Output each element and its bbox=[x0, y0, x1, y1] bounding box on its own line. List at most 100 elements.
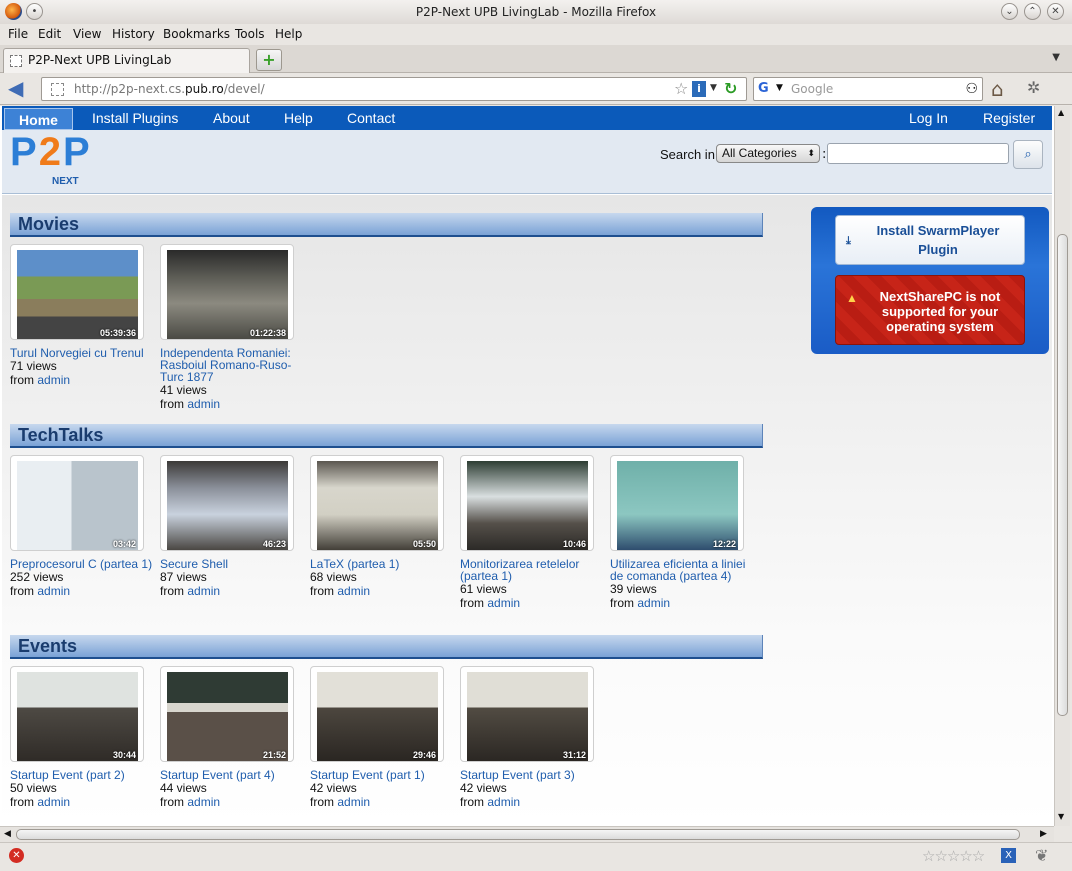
horizontal-scroll-thumb[interactable] bbox=[16, 829, 1020, 840]
uploader-link[interactable]: admin bbox=[337, 795, 370, 809]
video-thumbnail[interactable]: 03:42 bbox=[10, 455, 144, 551]
video-thumbnail[interactable]: 46:23 bbox=[160, 455, 294, 551]
gecko-icon[interactable]: ❦ bbox=[1035, 846, 1048, 865]
menu-history[interactable]: History bbox=[112, 27, 155, 41]
uploader-link[interactable]: admin bbox=[37, 373, 70, 387]
new-tab-button[interactable]: + bbox=[256, 49, 282, 71]
uploader-link[interactable]: admin bbox=[337, 584, 370, 598]
xmarks-icon[interactable]: X bbox=[1001, 848, 1016, 863]
navigation-toolbar: ◀ http://p2p-next.cs.pub.ro/devel/ ☆ i ▼… bbox=[0, 73, 1072, 105]
uploader-link[interactable]: admin bbox=[187, 397, 220, 411]
home-icon[interactable]: ⌂ bbox=[991, 77, 1004, 101]
nav-contact[interactable]: Contact bbox=[347, 110, 395, 126]
address-bar[interactable]: http://p2p-next.cs.pub.ro/devel/ ☆ i ▼ ↻ bbox=[41, 77, 747, 101]
menu-help[interactable]: Help bbox=[275, 27, 302, 41]
video-title-link[interactable]: Startup Event (part 2) bbox=[10, 769, 160, 781]
tab-p2p-next[interactable]: P2P-Next UPB LivingLab bbox=[3, 48, 250, 73]
video-title-link[interactable]: Secure Shell bbox=[160, 558, 310, 570]
video-thumbnail-image[interactable]: 30:44 bbox=[17, 672, 138, 761]
nav-home[interactable]: Home bbox=[4, 108, 73, 130]
video-title-link[interactable]: Startup Event (part 1) bbox=[310, 769, 460, 781]
video-title-link[interactable]: Utilizarea eficienta a liniei de comanda… bbox=[610, 558, 760, 582]
install-swarmplayer-button[interactable]: ⤓ Install SwarmPlayer Plugin bbox=[835, 215, 1025, 265]
scroll-left-icon[interactable]: ◀ bbox=[4, 829, 11, 839]
video-thumbnail[interactable]: 05:50 bbox=[310, 455, 444, 551]
video-thumbnail[interactable]: 01:22:38 bbox=[160, 244, 294, 340]
vertical-scrollbar[interactable]: ▲ ▼ bbox=[1054, 106, 1070, 826]
warning-icon: ▲ bbox=[846, 291, 858, 305]
video-title-link[interactable]: Monitorizarea retelelor (partea 1) bbox=[460, 558, 610, 582]
video-thumbnail-image[interactable]: 01:22:38 bbox=[167, 250, 288, 339]
addon-icon[interactable]: ✲ bbox=[1027, 78, 1040, 97]
scroll-up-icon[interactable]: ▲ bbox=[1058, 108, 1064, 117]
scroll-right-icon[interactable]: ▶ bbox=[1040, 829, 1047, 839]
video-thumbnail-image[interactable]: 21:52 bbox=[167, 672, 288, 761]
uploader-link[interactable]: admin bbox=[637, 596, 670, 610]
video-title-link[interactable]: LaTeX (partea 1) bbox=[310, 558, 460, 570]
maximize-button[interactable]: ⌃ bbox=[1024, 3, 1041, 20]
window-menu-icon[interactable]: • bbox=[26, 3, 43, 20]
scroll-down-icon[interactable]: ▼ bbox=[1058, 812, 1064, 821]
site-search-input[interactable] bbox=[827, 143, 1009, 164]
minimize-button[interactable]: ⌄ bbox=[1001, 3, 1018, 20]
binoculars-icon[interactable]: ⚇ bbox=[965, 81, 978, 97]
video-thumbnail-image[interactable]: 46:23 bbox=[167, 461, 288, 550]
close-window-button[interactable]: ✕ bbox=[1047, 3, 1064, 20]
video-thumbnail[interactable]: 10:46 bbox=[460, 455, 594, 551]
nav-register[interactable]: Register bbox=[983, 110, 1035, 126]
uploader-link[interactable]: admin bbox=[487, 596, 520, 610]
video-thumbnail[interactable]: 21:52 bbox=[160, 666, 294, 762]
p2p-next-logo[interactable]: P2P NEXT bbox=[10, 130, 130, 188]
video-thumbnail-image[interactable]: 31:12 bbox=[467, 672, 588, 761]
browser-window: • P2P-Next UPB LivingLab - Mozilla Firef… bbox=[0, 0, 1072, 871]
video-title-link[interactable]: Preprocesorul C (partea 1) bbox=[10, 558, 160, 570]
nav-about[interactable]: About bbox=[213, 110, 250, 126]
video-title-link[interactable]: Startup Event (part 3) bbox=[460, 769, 610, 781]
back-arrow-icon[interactable]: ◀ bbox=[8, 78, 32, 100]
video-title-link[interactable]: Turul Norvegiei cu Trenul bbox=[10, 347, 160, 359]
uploader-link[interactable]: admin bbox=[187, 584, 220, 598]
search-bar[interactable]: G ▼ Google ⚇ bbox=[753, 77, 983, 101]
video-title-link[interactable]: Independenta Romaniei: Rasboiul Romano-R… bbox=[160, 347, 310, 383]
search-engine-dropdown-icon[interactable]: ▼ bbox=[776, 83, 783, 93]
google-icon[interactable]: G bbox=[758, 81, 774, 97]
history-dropdown-icon[interactable]: ▼ bbox=[710, 83, 717, 93]
site-identity-icon[interactable] bbox=[51, 83, 64, 96]
menu-edit[interactable]: Edit bbox=[38, 27, 61, 41]
video-thumbnail[interactable]: 29:46 bbox=[310, 666, 444, 762]
menu-view[interactable]: View bbox=[73, 27, 101, 41]
nav-help[interactable]: Help bbox=[284, 110, 313, 126]
url-text[interactable]: http://p2p-next.cs.pub.ro/devel/ bbox=[74, 82, 265, 96]
menu-file[interactable]: File bbox=[8, 27, 28, 41]
tab-list-chevron-icon[interactable]: ▼ bbox=[1052, 52, 1060, 63]
error-icon[interactable]: ✕ bbox=[9, 848, 24, 863]
video-thumbnail-image[interactable]: 03:42 bbox=[17, 461, 138, 550]
info-icon[interactable]: i bbox=[692, 81, 706, 97]
vertical-scroll-thumb[interactable] bbox=[1057, 234, 1068, 716]
menu-tools[interactable]: Tools bbox=[235, 27, 265, 41]
uploader-link[interactable]: admin bbox=[187, 795, 220, 809]
video-thumbnail-image[interactable]: 10:46 bbox=[467, 461, 588, 550]
uploader-link[interactable]: admin bbox=[487, 795, 520, 809]
nav-install-plugins[interactable]: Install Plugins bbox=[92, 110, 178, 126]
site-search-button[interactable]: ⌕ bbox=[1013, 140, 1043, 169]
tab-label: P2P-Next UPB LivingLab bbox=[28, 53, 172, 67]
video-thumbnail[interactable]: 31:12 bbox=[460, 666, 594, 762]
bookmark-star-icon[interactable]: ☆ bbox=[674, 79, 688, 98]
video-thumbnail[interactable]: 05:39:36 bbox=[10, 244, 144, 340]
video-thumbnail-image[interactable]: 12:22 bbox=[617, 461, 738, 550]
reload-icon[interactable]: ↻ bbox=[724, 79, 737, 98]
video-thumbnail[interactable]: 12:22 bbox=[610, 455, 744, 551]
uploader-link[interactable]: admin bbox=[37, 795, 70, 809]
video-title-link[interactable]: Startup Event (part 4) bbox=[160, 769, 310, 781]
category-select[interactable]: All Categories ⬍ bbox=[716, 144, 820, 163]
uploader-link[interactable]: admin bbox=[37, 584, 70, 598]
video-thumbnail-image[interactable]: 05:50 bbox=[317, 461, 438, 550]
horizontal-scrollbar[interactable]: ◀ ▶ bbox=[0, 826, 1054, 842]
menu-bookmarks[interactable]: Bookmarks bbox=[163, 27, 230, 41]
nav-login[interactable]: Log In bbox=[909, 110, 948, 126]
video-thumbnail-image[interactable]: 29:46 bbox=[317, 672, 438, 761]
video-thumbnail-image[interactable]: 05:39:36 bbox=[17, 250, 138, 339]
rating-stars-icon[interactable]: ☆☆☆☆☆ bbox=[922, 847, 985, 865]
video-thumbnail[interactable]: 30:44 bbox=[10, 666, 144, 762]
